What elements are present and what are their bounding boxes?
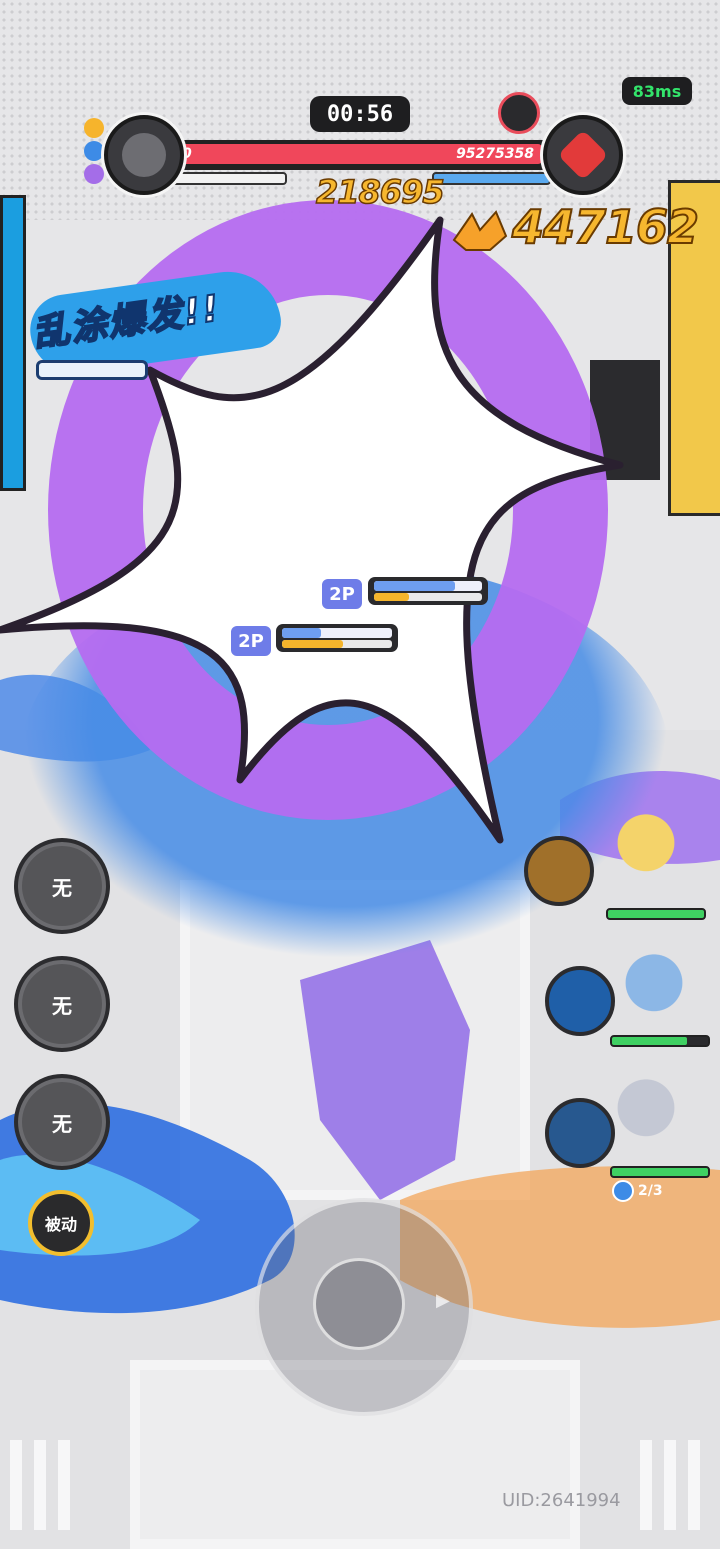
teammate-3-avatar[interactable] — [604, 1070, 688, 1154]
player-hp-fill — [282, 628, 321, 638]
left-energy-bar — [168, 172, 287, 185]
right-team-portrait — [543, 115, 623, 195]
right-energy-bar — [432, 172, 551, 185]
skill-banner-progress — [36, 360, 148, 380]
teammate-1-skill-icon[interactable] — [524, 836, 594, 906]
user-id-label: UID:2641994 — [502, 1490, 621, 1511]
player-hp-fill — [374, 581, 455, 591]
passive-skill-button[interactable]: 被动 — [28, 1190, 94, 1256]
ammo-count: 2/3 — [638, 1183, 663, 1199]
teammate-3-hp-bar — [610, 1166, 710, 1178]
left-team-portrait — [104, 115, 184, 195]
player-energy-fill — [282, 640, 343, 648]
teammate-3-hp-fill — [612, 1168, 708, 1176]
teammate-1-avatar[interactable] — [604, 805, 688, 889]
right-damage-score: 447162 — [511, 199, 700, 255]
right-hp-value: 95275358 — [456, 146, 534, 162]
skill-slot-2-button[interactable]: 无 — [14, 956, 110, 1052]
left-damage-score: 218695 — [315, 172, 445, 212]
team-hp-bar: 0 95275358 — [170, 140, 550, 170]
player-tag: 2P — [229, 624, 273, 658]
ping-indicator: 83ms — [622, 77, 692, 105]
team-emblem-icon — [498, 92, 540, 134]
player-status-bar — [368, 577, 488, 605]
skill-slot-3-button[interactable]: 无 — [14, 1074, 110, 1170]
teammate-2-avatar[interactable] — [612, 945, 696, 1029]
gem-icon — [612, 1180, 634, 1202]
joystick-arrow-icon: ▶ — [436, 1290, 450, 1311]
player-energy-fill — [374, 593, 409, 601]
joystick-thumb[interactable] — [313, 1258, 405, 1350]
wing-icon — [452, 210, 508, 251]
skill-effect-starburst — [0, 216, 624, 844]
player-tag: 2P — [320, 577, 364, 611]
teammate-2-hp-fill — [612, 1037, 687, 1045]
teammate-2-hp-bar — [610, 1035, 710, 1047]
player-status-bar — [276, 624, 398, 652]
ammo-counter: 2/3 — [612, 1180, 663, 1202]
match-timer: 00:56 — [310, 96, 410, 132]
teammate-1-hp-bar — [606, 908, 706, 920]
skill-slot-1-button[interactable]: 无 — [14, 838, 110, 934]
teammate-2-skill-icon[interactable] — [545, 966, 615, 1036]
teammate-1-hp-fill — [608, 910, 704, 918]
